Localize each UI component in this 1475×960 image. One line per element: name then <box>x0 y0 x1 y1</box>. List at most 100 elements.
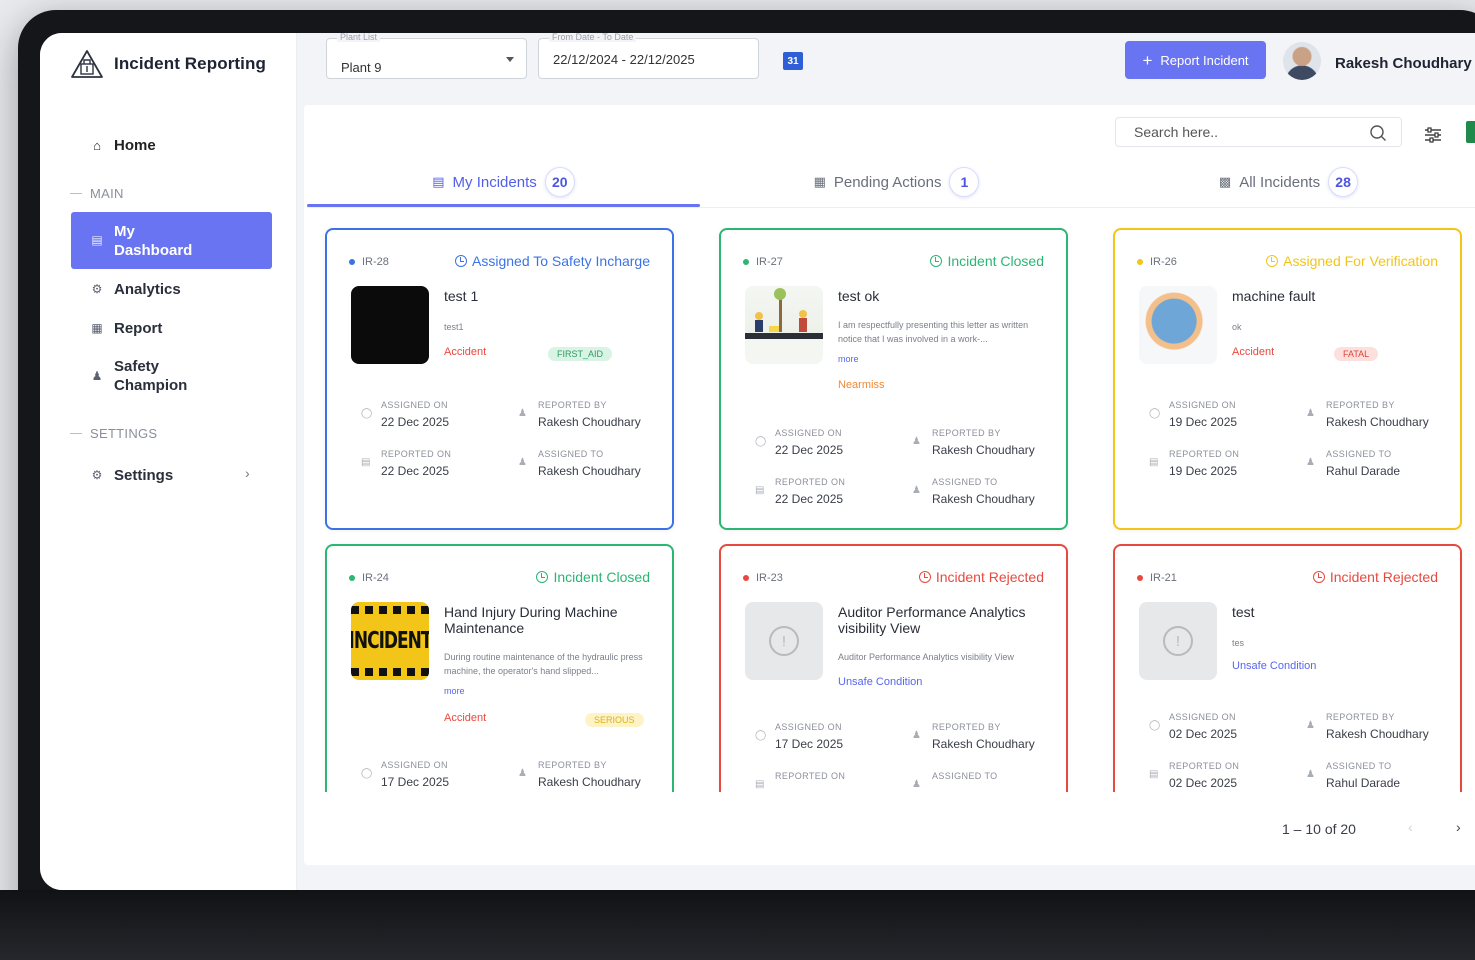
incident-card[interactable]: IR-24 Incident Closed INCIDENT Hand Inju… <box>325 544 674 792</box>
incident-thumbnail[interactable] <box>1139 286 1217 364</box>
calendar-icon: ▤ <box>755 779 765 790</box>
sidebar-item-safety-champion[interactable]: ♟ Safety Champion <box>90 357 194 395</box>
user-name[interactable]: Rakesh Choudhary <box>1335 55 1472 72</box>
reported-by: ♟ REPORTED BY Rakesh Choudhary <box>912 722 1035 751</box>
reported-by: ♟ REPORTED BY Rakesh Choudhary <box>1306 712 1429 741</box>
incident-category: Unsafe Condition <box>838 676 923 688</box>
clock-icon: ◯ <box>1149 408 1161 419</box>
incident-card[interactable]: IR-27 Incident Closed test ok I am respe… <box>719 228 1068 530</box>
calendar-outline-icon: ▦ <box>813 174 826 189</box>
section-settings: SETTINGS <box>70 426 157 441</box>
clock-icon <box>1266 255 1279 267</box>
reported-by: ♟ REPORTED BY Rakesh Choudhary <box>912 428 1035 457</box>
incident-thumbnail[interactable]: INCIDENT <box>351 602 429 680</box>
incident-category: Accident <box>444 346 487 358</box>
reported-on: ▤ REPORTED ON 02 Dec 2025 <box>1149 761 1240 790</box>
sidebar-item-my-dashboard[interactable]: ▤ My Dashboard <box>71 212 272 269</box>
clock-icon <box>455 255 468 267</box>
user-icon: ♟ <box>518 457 527 468</box>
incident-thumbnail[interactable] <box>745 286 823 364</box>
sidebar-item-label: Home <box>114 137 156 154</box>
incident-thumbnail[interactable]: ! <box>745 602 823 680</box>
chevron-right-icon[interactable]: › <box>1456 819 1461 835</box>
avatar[interactable] <box>1283 42 1321 80</box>
incident-title: test <box>1232 604 1255 620</box>
sidebar-item-report[interactable]: ▦ Report <box>90 319 162 338</box>
incident-card[interactable]: IR-26 Assigned For Verification machine … <box>1113 228 1462 530</box>
status-badge: Incident Closed <box>930 253 1044 269</box>
search-icon[interactable] <box>1369 124 1387 142</box>
date-range-field[interactable]: From Date - To Date 22/12/2024 - 22/12/2… <box>538 33 759 79</box>
tab-all-incidents[interactable]: ▩ All Incidents 28 <box>1093 158 1475 206</box>
incident-thumbnail[interactable] <box>351 286 429 364</box>
clock-icon <box>918 571 931 583</box>
more-link[interactable]: more <box>838 354 859 364</box>
section-main-label: MAIN <box>90 186 124 201</box>
incident-id: IR-26 <box>1137 256 1177 268</box>
section-settings-label: SETTINGS <box>90 426 158 441</box>
incident-id: IR-21 <box>1137 572 1177 584</box>
clock-icon: ◯ <box>361 768 373 779</box>
assigned-on: ◯ ASSIGNED ON 17 Dec 2025 <box>361 760 450 789</box>
assigned-to: ♟ ASSIGNED TO Rakesh Choudhary <box>518 449 641 478</box>
status-badge: Incident Closed <box>536 569 650 585</box>
incident-cards-grid: IR-28 Assigned To Safety Incharge test 1… <box>304 215 1475 792</box>
search-input[interactable] <box>1116 118 1356 146</box>
sidebar-item-label: Safety Champion <box>114 358 188 394</box>
sidebar-item-settings[interactable]: ⚙ Settings <box>90 466 174 485</box>
tab-label: Pending Actions <box>833 173 942 191</box>
sidebar: Incident Reporting ⌂ Home MAIN ▤ My Dash… <box>40 33 297 890</box>
sidebar-item-analytics[interactable]: ⚙ Analytics <box>90 280 181 299</box>
clock-icon: ◯ <box>361 408 373 419</box>
incident-title: Auditor Performance Analytics visibility… <box>838 604 1026 636</box>
warning-triangle-logo-icon <box>71 50 103 78</box>
assigned-to: ♟ ASSIGNED TO Rahul Darade <box>1306 449 1401 478</box>
chevron-right-icon[interactable]: › <box>245 465 250 481</box>
assigned-to: ♟ ASSIGNED TO <box>912 771 998 790</box>
plant-select-label: Plant List <box>337 33 381 42</box>
status-badge: Incident Rejected <box>918 569 1044 585</box>
incident-description: Auditor Performance Analytics visibility… <box>838 652 1014 662</box>
report-incident-button[interactable]: + Report Incident <box>1125 41 1266 79</box>
incidents-panel: ▤ My Incidents 20 ▦ Pending Actions 1 ▩ … <box>304 105 1475 865</box>
user-icon: ♟ <box>1306 408 1315 419</box>
assigned-on: ◯ ASSIGNED ON 22 Dec 2025 <box>755 428 844 457</box>
incident-description: test1 <box>444 322 464 332</box>
user-icon: ♟ <box>912 779 921 790</box>
user-icon: ♟ <box>518 768 527 779</box>
incident-id: IR-28 <box>349 256 389 268</box>
more-link[interactable]: more <box>444 686 465 696</box>
plant-select-value: Plant 9 <box>341 60 382 75</box>
sidebar-item-label: Settings <box>114 467 174 484</box>
incident-category: Accident <box>1232 346 1275 358</box>
reported-on: ▤ REPORTED ON 19 Dec 2025 <box>1149 449 1240 478</box>
search-box[interactable] <box>1115 117 1402 147</box>
tab-pending-actions[interactable]: ▦ Pending Actions 1 <box>700 158 1093 206</box>
plant-select[interactable]: Plant List Plant 9 <box>326 33 527 79</box>
assigned-to: ♟ ASSIGNED TO Rahul Darade <box>1306 761 1401 790</box>
incident-card[interactable]: IR-23 Incident Rejected ! Auditor Perfor… <box>719 544 1068 792</box>
incident-id: IR-24 <box>349 572 389 584</box>
calendar-icon[interactable]: 31 <box>783 52 803 70</box>
clock-icon <box>1312 571 1325 583</box>
incident-card[interactable]: IR-28 Assigned To Safety Incharge test 1… <box>325 228 674 530</box>
filter-sliders-icon[interactable] <box>1424 127 1442 143</box>
clock-icon <box>536 571 549 583</box>
analytics-icon: ⚙ <box>91 282 103 296</box>
incident-card[interactable]: IR-21 Incident Rejected ! test tes Unsaf… <box>1113 544 1462 792</box>
excel-export-icon[interactable] <box>1466 121 1475 143</box>
sidebar-item-home[interactable]: ⌂ Home <box>90 137 156 154</box>
tab-count-badge: 20 <box>544 167 575 197</box>
incident-title: test ok <box>838 288 880 304</box>
incident-id: IR-27 <box>743 256 783 268</box>
incident-thumbnail[interactable]: ! <box>1139 602 1217 680</box>
incident-category: Accident <box>444 712 487 724</box>
brand[interactable]: Incident Reporting <box>70 49 266 79</box>
chevron-left-icon[interactable]: ‹ <box>1408 819 1413 835</box>
gear-icon: ⚙ <box>91 468 103 482</box>
tab-my-incidents[interactable]: ▤ My Incidents 20 <box>307 158 700 206</box>
incident-title: machine fault <box>1232 288 1316 304</box>
workers-illustration <box>755 288 807 332</box>
calendar-icon: ▤ <box>1149 457 1159 468</box>
reported-on: ▤ REPORTED ON <box>755 771 846 790</box>
